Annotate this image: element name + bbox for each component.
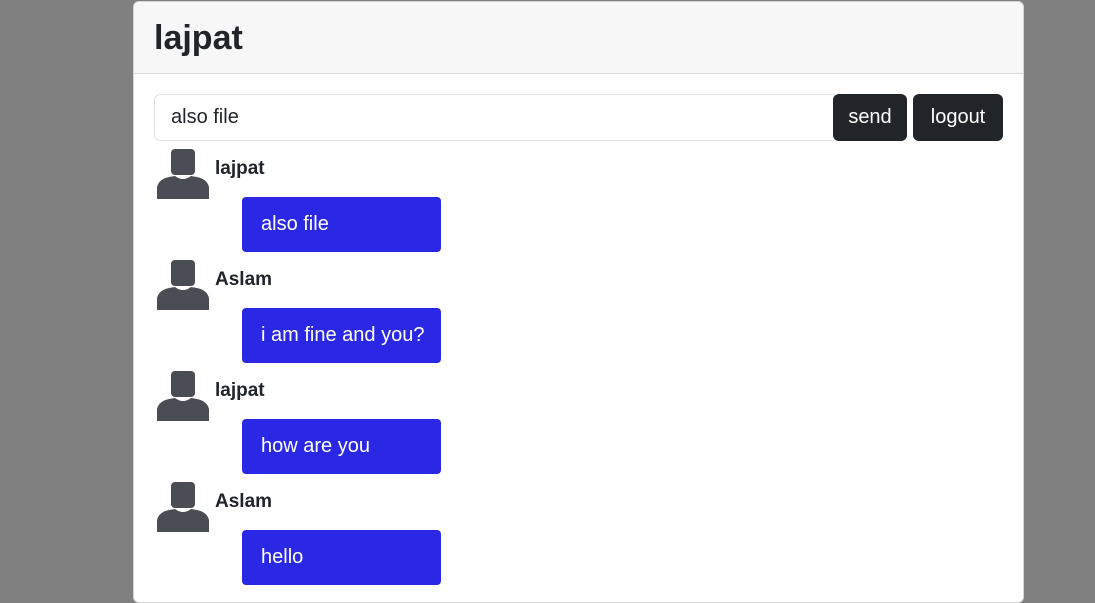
user-silhouette-icon: [157, 260, 209, 310]
message-sender: lajpat: [215, 158, 265, 179]
message-bubble: i am fine and you?: [242, 308, 441, 363]
message-sender: lajpat: [215, 380, 265, 401]
page-title: lajpat: [154, 18, 243, 57]
composer: send logout: [154, 94, 1003, 141]
message-bubble: also file: [242, 197, 441, 252]
logout-button[interactable]: logout: [913, 94, 1003, 141]
message-item: lajpat also file: [154, 147, 1003, 258]
message-sender: Aslam: [215, 269, 273, 290]
chat-card: lajpat send logout lajpat also file: [133, 1, 1024, 603]
message-bubble: how are you: [242, 419, 441, 474]
message-list: lajpat also file Aslam i am fine and you…: [154, 147, 1003, 591]
send-button[interactable]: send: [833, 94, 907, 141]
user-silhouette-icon: [157, 482, 209, 532]
message-item: Aslam hello: [154, 480, 1003, 591]
user-silhouette-icon: [157, 371, 209, 421]
card-header: lajpat: [134, 2, 1023, 74]
message-item: Aslam i am fine and you?: [154, 258, 1003, 369]
message-bubble: hello: [242, 530, 441, 585]
card-body: send logout lajpat also file Aslam i am …: [134, 74, 1023, 591]
message-sender: Aslam: [215, 491, 273, 512]
message-input[interactable]: [154, 94, 835, 141]
message-item: lajpat how are you: [154, 369, 1003, 480]
user-silhouette-icon: [157, 149, 209, 199]
